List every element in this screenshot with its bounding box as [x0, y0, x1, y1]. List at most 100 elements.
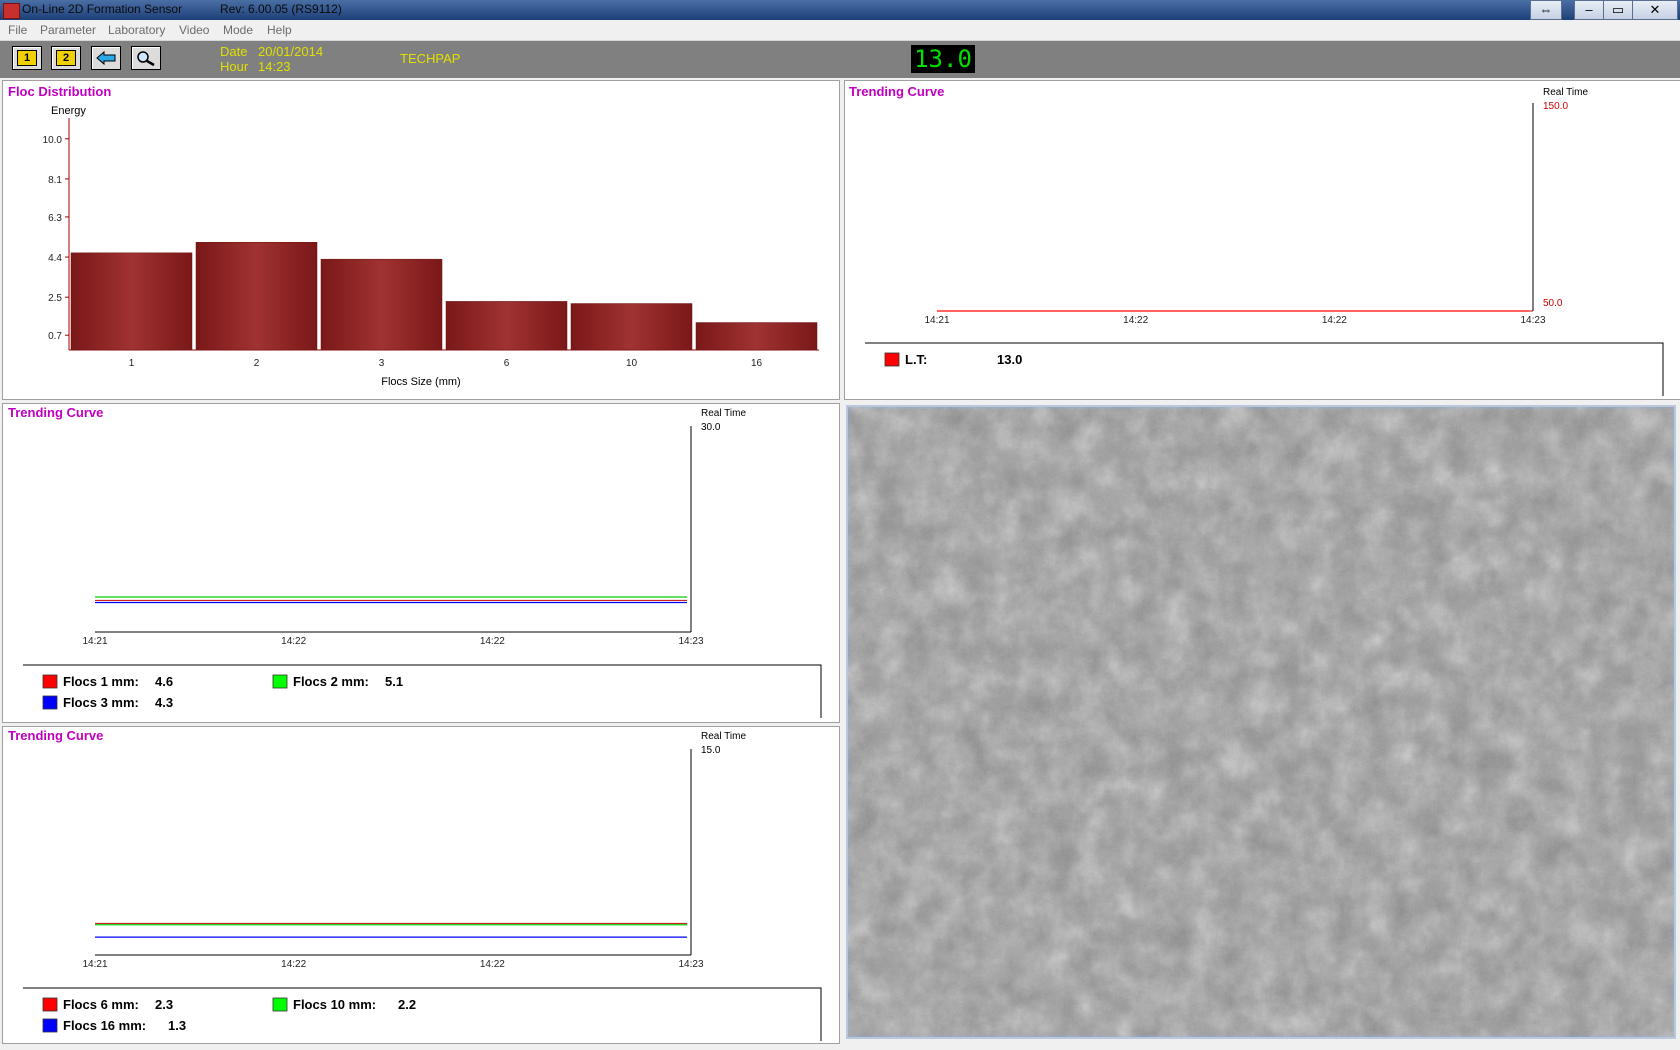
magnifier-icon [137, 51, 155, 67]
x-tick-label: 14:23 [1520, 315, 1545, 326]
menu-video[interactable]: Video [179, 23, 209, 37]
back-button[interactable] [91, 46, 121, 70]
screen-2-button[interactable]: 2 [51, 46, 81, 70]
y-tick-label: 8.1 [48, 175, 62, 186]
bar [445, 301, 568, 351]
y-max-label: 30.0 [701, 422, 721, 433]
y-tick-label: 0.7 [48, 331, 62, 342]
legend-swatch [42, 674, 58, 689]
lcd-display: 13.0 [911, 45, 975, 73]
y-axis-label: Energy [51, 105, 86, 117]
legend-box [23, 664, 822, 718]
legend-name: Flocs 2 mm: [293, 674, 369, 689]
x-axis-label: Flocs Size (mm) [381, 376, 460, 388]
x-tick-label: 14:22 [281, 636, 306, 647]
floc-distribution-panel: Floc Distribution Energy Flocs Size (mm)… [2, 80, 840, 400]
x-tick-label: 14:22 [480, 636, 505, 647]
legend-swatch [42, 695, 58, 710]
x-tick-label: 10 [626, 358, 638, 369]
y-min-label: 50.0 [1543, 298, 1563, 309]
real-time-label: Real Time [701, 731, 746, 742]
trend-top-panel: Trending Curve Real Time 150.0 50.0 14:2… [844, 80, 1680, 400]
x-tick-label: 14:22 [1123, 315, 1148, 326]
x-tick-label: 14:22 [1322, 315, 1347, 326]
screen-1-button[interactable]: 1 [12, 46, 42, 70]
menu-bar: File Parameter Laboratory Video Mode Hel… [0, 20, 1680, 41]
x-tick-label: 14:21 [82, 959, 107, 970]
menu-parameter[interactable]: Parameter [40, 23, 96, 37]
y-tick-label: 10.0 [43, 135, 63, 146]
screen-1-icon: 1 [17, 50, 37, 66]
date-hour-block: Date 20/01/2014 Hour 14:23 [220, 44, 323, 74]
x-tick-label: 14:21 [924, 315, 949, 326]
legend-name: Flocs 16 mm: [63, 1018, 146, 1033]
legend-value: 2.2 [398, 997, 416, 1012]
hour-label: Hour [220, 59, 249, 74]
date-value: 20/01/2014 [258, 44, 324, 59]
y-tick-label: 2.5 [48, 293, 62, 304]
date-label: Date [220, 44, 248, 59]
legend-value: 13.0 [997, 352, 1022, 367]
x-tick-label: 2 [254, 358, 260, 369]
x-tick-label: 14:21 [82, 636, 107, 647]
x-tick-label: 14:22 [281, 959, 306, 970]
menu-help[interactable]: Help [267, 23, 292, 37]
legend-value: 4.6 [155, 674, 173, 689]
x-tick-label: 1 [129, 358, 135, 369]
legend-value: 1.3 [168, 1018, 186, 1033]
x-tick-label: 14:23 [678, 636, 703, 647]
legend-swatch [42, 997, 58, 1012]
y-max-label: 15.0 [701, 745, 721, 756]
legend-swatch [884, 352, 900, 367]
bar [570, 303, 693, 351]
menu-file[interactable]: File [8, 23, 27, 37]
legend-name: Flocs 10 mm: [293, 997, 376, 1012]
trend-bot-chart: Real Time 15.0 14:21 14:22 14:22 14:23 Flocs… [23, 731, 822, 1041]
y-tick-label: 4.4 [48, 253, 62, 264]
close-button[interactable]: ✕ [1632, 0, 1678, 20]
minimize-button[interactable]: – [1574, 0, 1604, 20]
floc-bar-chart: Energy Flocs Size (mm) 10.0 8.1 6.3 4.4 2.5 0… [43, 105, 819, 388]
legend-value: 5.1 [385, 674, 403, 689]
window-rev: Rev: 6.00.05 (RS9112) [220, 2, 342, 16]
legend-value: 2.3 [155, 997, 173, 1012]
trend-bot-panel: Trending Curve Real Time 15.0 14:21 14:22… [2, 726, 840, 1044]
x-tick-label: 14:22 [480, 959, 505, 970]
legend-name: Flocs 1 mm: [63, 674, 139, 689]
x-tick-label: 14:23 [678, 959, 703, 970]
hour-value: 14:23 [258, 59, 291, 74]
bar [195, 242, 318, 351]
legend-name: L.T: [905, 352, 927, 367]
legend-name: Flocs 3 mm: [63, 695, 139, 710]
menu-laboratory[interactable]: Laboratory [108, 23, 165, 37]
menu-mode[interactable]: Mode [223, 23, 253, 37]
legend-name: Flocs 6 mm: [63, 997, 139, 1012]
legend-box [865, 342, 1664, 396]
app-icon[interactable] [3, 3, 20, 19]
zoom-button[interactable] [131, 46, 161, 70]
sensor-image-view[interactable] [846, 405, 1676, 1039]
formation-image [848, 407, 1674, 1037]
bar [320, 258, 443, 351]
x-tick-label: 3 [379, 358, 385, 369]
legend-value: 4.3 [155, 695, 173, 710]
bar [695, 322, 818, 351]
resize-arrows-icon[interactable]: ⇔ [1530, 0, 1562, 20]
y-max-label: 150.0 [1543, 101, 1568, 112]
legend-swatch [42, 1018, 58, 1033]
y-tick-label: 6.3 [48, 213, 62, 224]
real-time-label: Real Time [701, 408, 746, 419]
trend-mid-chart: Real Time 30.0 14:21 14:22 14:22 14:23 Flocs… [23, 408, 822, 718]
legend-box [23, 987, 822, 1041]
real-time-label: Real Time [1543, 87, 1588, 98]
title-bar: On-Line 2D Formation Sensor Rev: 6.00.05… [0, 0, 1680, 20]
bar [70, 252, 193, 351]
window-title: On-Line 2D Formation Sensor [22, 2, 183, 16]
maximize-button[interactable]: ▭ [1603, 0, 1633, 20]
legend-swatch [272, 674, 288, 689]
back-arrow-icon [96, 50, 116, 66]
trend-mid-panel: Trending Curve Real Time 30.0 14:21 14:22… [2, 403, 840, 723]
x-tick-label: 16 [751, 358, 763, 369]
x-tick-label: 6 [504, 358, 510, 369]
screen-2-icon: 2 [56, 50, 76, 66]
